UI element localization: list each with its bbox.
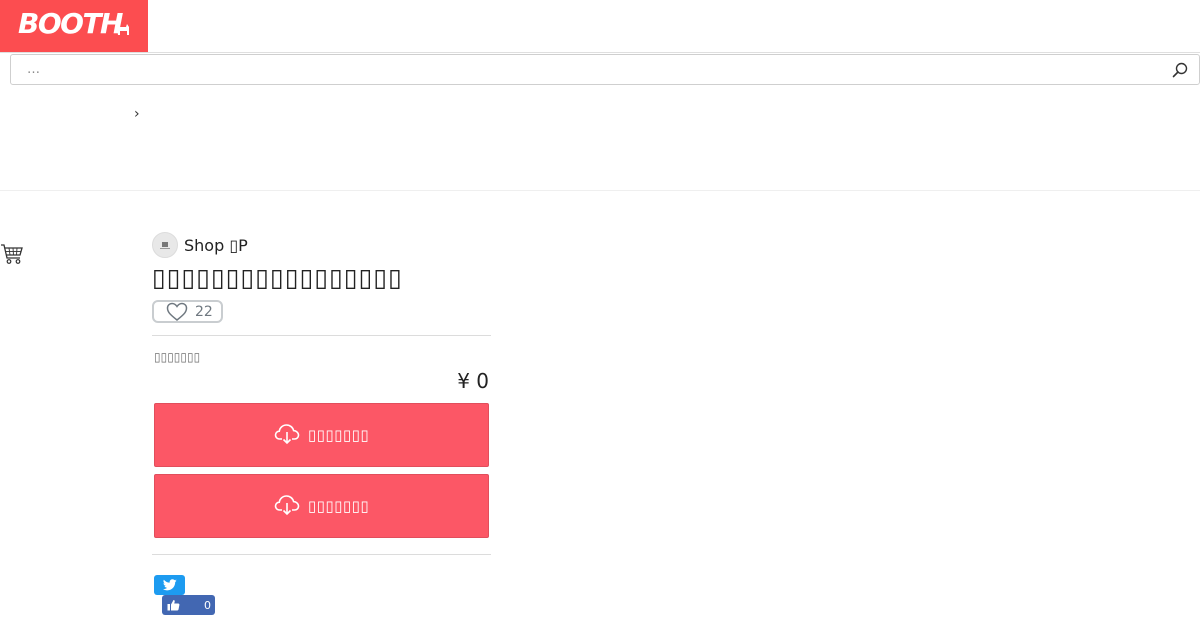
booth-logo[interactable]: BOOTH [0, 0, 148, 52]
thumbs-up-icon [167, 600, 180, 611]
logo-text: BOOTH [18, 7, 123, 40]
download-button-label: ▯▯▯▯▯▯▯ [307, 426, 370, 444]
shop-name: Shop ▯P [184, 235, 248, 255]
dog-icon [117, 24, 129, 35]
facebook-like-count: 0 [204, 598, 211, 612]
search-icon[interactable] [1171, 61, 1189, 79]
search-input[interactable] [11, 55, 1161, 84]
cloud-download-icon [274, 495, 300, 516]
variation-label: ▯▯▯▯▯▯▯ [154, 350, 201, 364]
cart-icon[interactable] [0, 240, 24, 266]
shop-avatar [152, 232, 178, 258]
search-bar [10, 54, 1200, 85]
twitter-icon [162, 579, 177, 591]
shop-avatar-icon [160, 242, 170, 249]
tweet-button[interactable] [154, 575, 185, 595]
shop-link[interactable]: Shop ▯P [152, 232, 248, 258]
facebook-like-button[interactable]: 0 [162, 595, 215, 615]
divider [152, 335, 491, 336]
heart-icon [166, 302, 188, 321]
cloud-download-icon [274, 424, 300, 445]
section-divider [0, 190, 1200, 191]
like-button[interactable]: 22 [152, 300, 223, 323]
divider [152, 554, 491, 555]
download-button-label: ▯▯▯▯▯▯▯ [307, 497, 370, 515]
download-button[interactable]: ▯▯▯▯▯▯▯ [154, 474, 489, 538]
like-count: 22 [195, 303, 213, 320]
header-divider [0, 52, 1200, 53]
product-title: ▯▯▯▯▯▯▯▯▯▯▯▯▯▯▯▯▯ [152, 263, 403, 292]
download-button[interactable]: ▯▯▯▯▯▯▯ [154, 403, 489, 467]
breadcrumb-separator: › [134, 106, 140, 122]
price: ¥ 0 [457, 369, 489, 393]
